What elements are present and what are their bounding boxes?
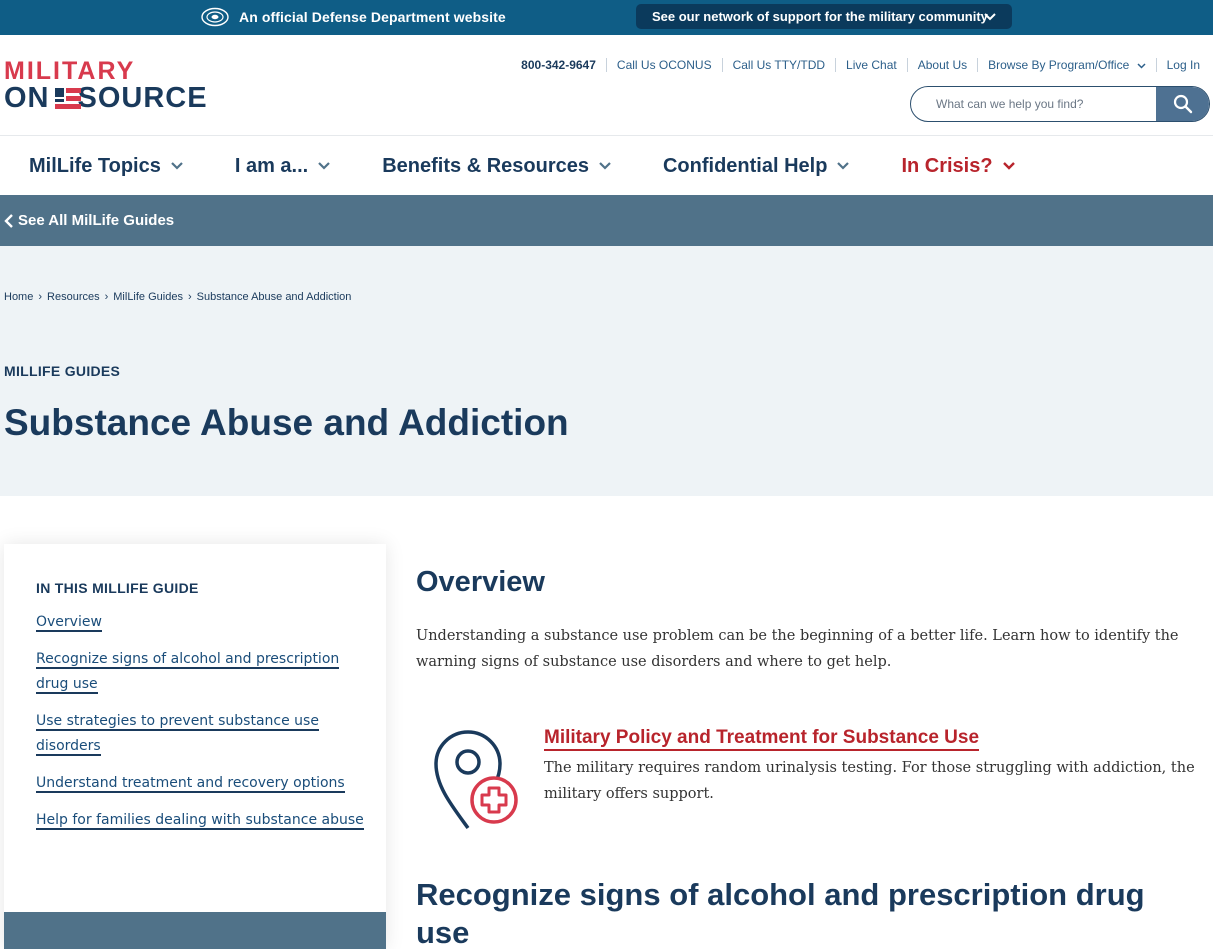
chevron-down-icon (984, 13, 996, 21)
chevron-right-icon: › (104, 291, 109, 303)
nav-confidential-help[interactable]: Confidential Help (662, 153, 850, 179)
utility-nav: 800-342-9647 Call Us OCONUS Call Us TTY/… (511, 58, 1200, 72)
chevron-right-icon: › (187, 291, 192, 303)
nav-benefits-resources-label: Benefits & Resources (382, 154, 589, 177)
site-search (910, 86, 1210, 122)
toc-item: Understand treatment and recovery option… (36, 771, 366, 796)
nav-i-am-a-label: I am a... (234, 154, 309, 177)
chevron-down-icon (171, 162, 183, 170)
flag-e-icon (55, 88, 81, 109)
network-dropdown-button[interactable]: See our network of support for the milit… (636, 4, 1012, 29)
breadcrumb-guides[interactable]: MilLife Guides (113, 291, 183, 303)
toc-link-overview[interactable]: Overview (36, 614, 102, 632)
breadcrumb-current: Substance Abuse and Addiction (196, 291, 352, 303)
page-eyebrow: MILLIFE GUIDES (4, 363, 121, 379)
nav-in-crisis-label: In Crisis? (901, 154, 993, 177)
nav-i-am-a[interactable]: I am a... (234, 153, 331, 179)
breadcrumb-resources[interactable]: Resources (47, 291, 100, 303)
nav-millife-topics[interactable]: MilLife Topics (29, 153, 183, 179)
back-bar: See All MilLife Guides (0, 195, 1213, 246)
toc-link-treatment[interactable]: Understand treatment and recovery option… (36, 775, 345, 793)
breadcrumb-home[interactable]: Home (4, 291, 33, 303)
search-input[interactable] (911, 87, 1157, 121)
see-all-guides-link[interactable]: See All MilLife Guides (4, 212, 174, 229)
toc-link-prevention[interactable]: Use strategies to prevent substance use … (36, 713, 319, 756)
nav-in-crisis[interactable]: In Crisis? (901, 153, 1015, 179)
military-policy-description: The military requires random urinalysis … (544, 760, 1195, 802)
toc-item: Overview (36, 610, 366, 635)
location-medical-pin-icon (434, 730, 518, 830)
chevron-down-icon (318, 162, 331, 170)
toc-item: Help for families dealing with substance… (36, 808, 366, 833)
see-all-guides-label: See All MilLife Guides (18, 212, 175, 229)
breadcrumb: Home › Resources › MilLife Guides › Subs… (4, 291, 351, 303)
chevron-down-icon (599, 162, 611, 170)
search-icon (1173, 94, 1192, 114)
live-chat-link[interactable]: Live Chat (835, 58, 907, 72)
toc-item: Use strategies to prevent substance use … (36, 709, 366, 759)
chevron-down-icon (1002, 162, 1015, 170)
browse-program-label: Browse By Program/Office (988, 58, 1130, 72)
chevron-left-icon (4, 213, 13, 228)
call-tty-link[interactable]: Call Us TTY/TDD (721, 58, 835, 72)
overview-text: Understanding a substance use problem ca… (416, 628, 1179, 670)
network-dropdown-label: See our network of support for the milit… (652, 9, 988, 24)
nav-benefits-resources[interactable]: Benefits & Resources (382, 153, 611, 179)
search-button[interactable] (1156, 87, 1209, 121)
main-nav: MilLife Topics I am a... Benefits & Reso… (29, 153, 1067, 179)
page-title: Substance Abuse and Addiction (4, 402, 569, 443)
pentagon-seal-icon (201, 7, 229, 27)
toc-item: Recognize signs of alcohol and prescript… (36, 647, 366, 697)
toc-link-recognize-signs[interactable]: Recognize signs of alcohol and prescript… (36, 651, 340, 694)
main-content: Overview Understanding a substance use p… (416, 566, 1206, 949)
official-site-text: An official Defense Department website (239, 9, 506, 25)
recognize-signs-heading: Recognize signs of alcohol and prescript… (416, 877, 1145, 949)
chevron-down-icon (1137, 63, 1146, 69)
phone-link[interactable]: 800-342-9647 (511, 58, 606, 72)
toc-link-families[interactable]: Help for families dealing with substance… (36, 812, 364, 830)
military-policy-link[interactable]: Military Policy and Treatment for Substa… (544, 726, 980, 751)
nav-confidential-help-label: Confidential Help (662, 154, 828, 177)
page-hero: Home › Resources › MilLife Guides › Subs… (0, 246, 1213, 496)
call-oconus-link[interactable]: Call Us OCONUS (605, 58, 722, 72)
nav-millife-topics-label: MilLife Topics (29, 154, 161, 177)
toc-footer-bar (4, 912, 386, 949)
log-in-link[interactable]: Log In (1155, 58, 1200, 72)
chevron-right-icon: › (38, 291, 43, 303)
overview-heading: Overview (416, 566, 545, 598)
logo-text-onesource: ON SOURCE (4, 82, 208, 114)
guide-toc: IN THIS MILLIFE GUIDE Overview Recognize… (4, 544, 386, 949)
browse-program-dropdown[interactable]: Browse By Program/Office (977, 58, 1156, 72)
toc-heading: IN THIS MILLIFE GUIDE (36, 580, 199, 596)
official-banner: An official Defense Department website S… (0, 0, 1213, 35)
header-divider (0, 135, 1213, 136)
about-us-link[interactable]: About Us (906, 58, 977, 72)
toc-list: Overview Recognize signs of alcohol and … (36, 610, 366, 845)
military-onesource-logo[interactable]: MILITARY ON SOURCE (4, 57, 214, 115)
chevron-down-icon (837, 162, 850, 170)
